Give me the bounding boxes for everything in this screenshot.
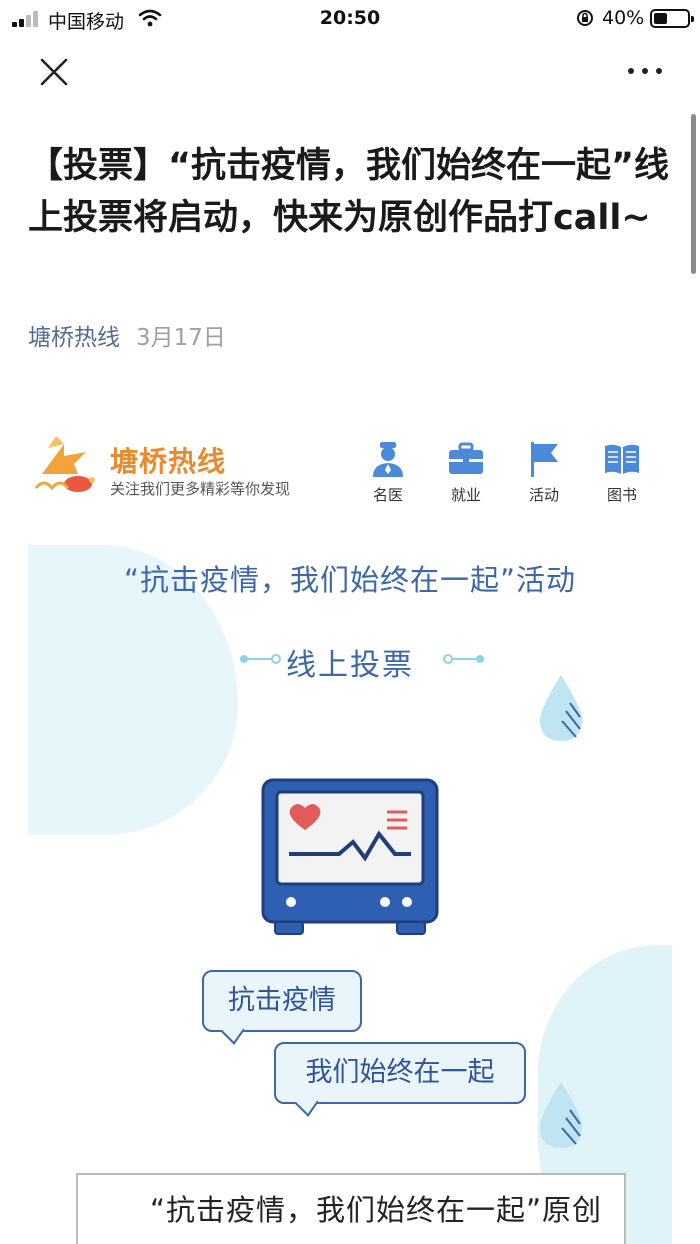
menu-item-employment[interactable]: 就业 [436, 440, 496, 505]
heart-monitor-icon [261, 778, 439, 935]
menu-item-doctor[interactable]: 名医 [358, 440, 418, 505]
doctor-icon [373, 442, 403, 477]
brand-name: 塘桥热线 [110, 445, 227, 478]
scrollbar[interactable] [691, 114, 696, 274]
more-options-icon[interactable] [628, 64, 662, 78]
close-icon[interactable] [36, 54, 72, 90]
briefcase-icon [449, 442, 483, 474]
article-meta: 塘桥热线 3月17日 [28, 318, 226, 352]
status-bar: 中国移动 20:50 40% [0, 0, 700, 38]
book-icon [605, 444, 639, 474]
battery-percent: 40% [602, 7, 645, 29]
menu-item-books[interactable]: 图书 [592, 440, 652, 505]
rotation-lock-icon [577, 10, 593, 26]
menu-label: 名医 [372, 486, 403, 504]
line-ornament-icon [443, 654, 484, 664]
menu-label: 活动 [528, 486, 559, 504]
clock: 20:50 [319, 7, 381, 29]
speech-bubble: 抗击疫情 [202, 970, 362, 1032]
author-link[interactable]: 塘桥热线 [28, 325, 120, 351]
water-drop-icon [539, 1082, 583, 1148]
article-title: 【投票】“抗击疫情，我们始终在一起”线上投票将启动，快来为原创作品打call~ [28, 146, 670, 238]
battery-icon [650, 9, 694, 28]
water-drop-icon [539, 675, 583, 741]
menu-item-activity[interactable]: 活动 [514, 440, 574, 505]
brand-slogan: 关注我们更多精彩等你发现 [110, 480, 291, 498]
flag-icon [531, 442, 558, 477]
speech-bubble: 我们始终在一起 [274, 1042, 526, 1104]
menu-label: 就业 [450, 486, 481, 504]
poster-text-box: “抗击疫情，我们始终在一起”原创作品征集评选活动在……年……月…… [76, 1173, 626, 1244]
brand-logo [34, 436, 95, 492]
poster-title: “抗击疫情，我们始终在一起”活动 [123, 563, 577, 597]
poster-body-text: “抗击疫情，我们始终在一起”原创作品征集评选活动在……年……月…… [150, 1193, 603, 1227]
poster-image: “抗击疫情，我们始终在一起”活动 线上投票 抗击疫情 我们始终在一起 “抗击疫情… [28, 545, 672, 1244]
menu-label: 图书 [606, 486, 637, 504]
publish-date: 3月17日 [136, 325, 226, 351]
